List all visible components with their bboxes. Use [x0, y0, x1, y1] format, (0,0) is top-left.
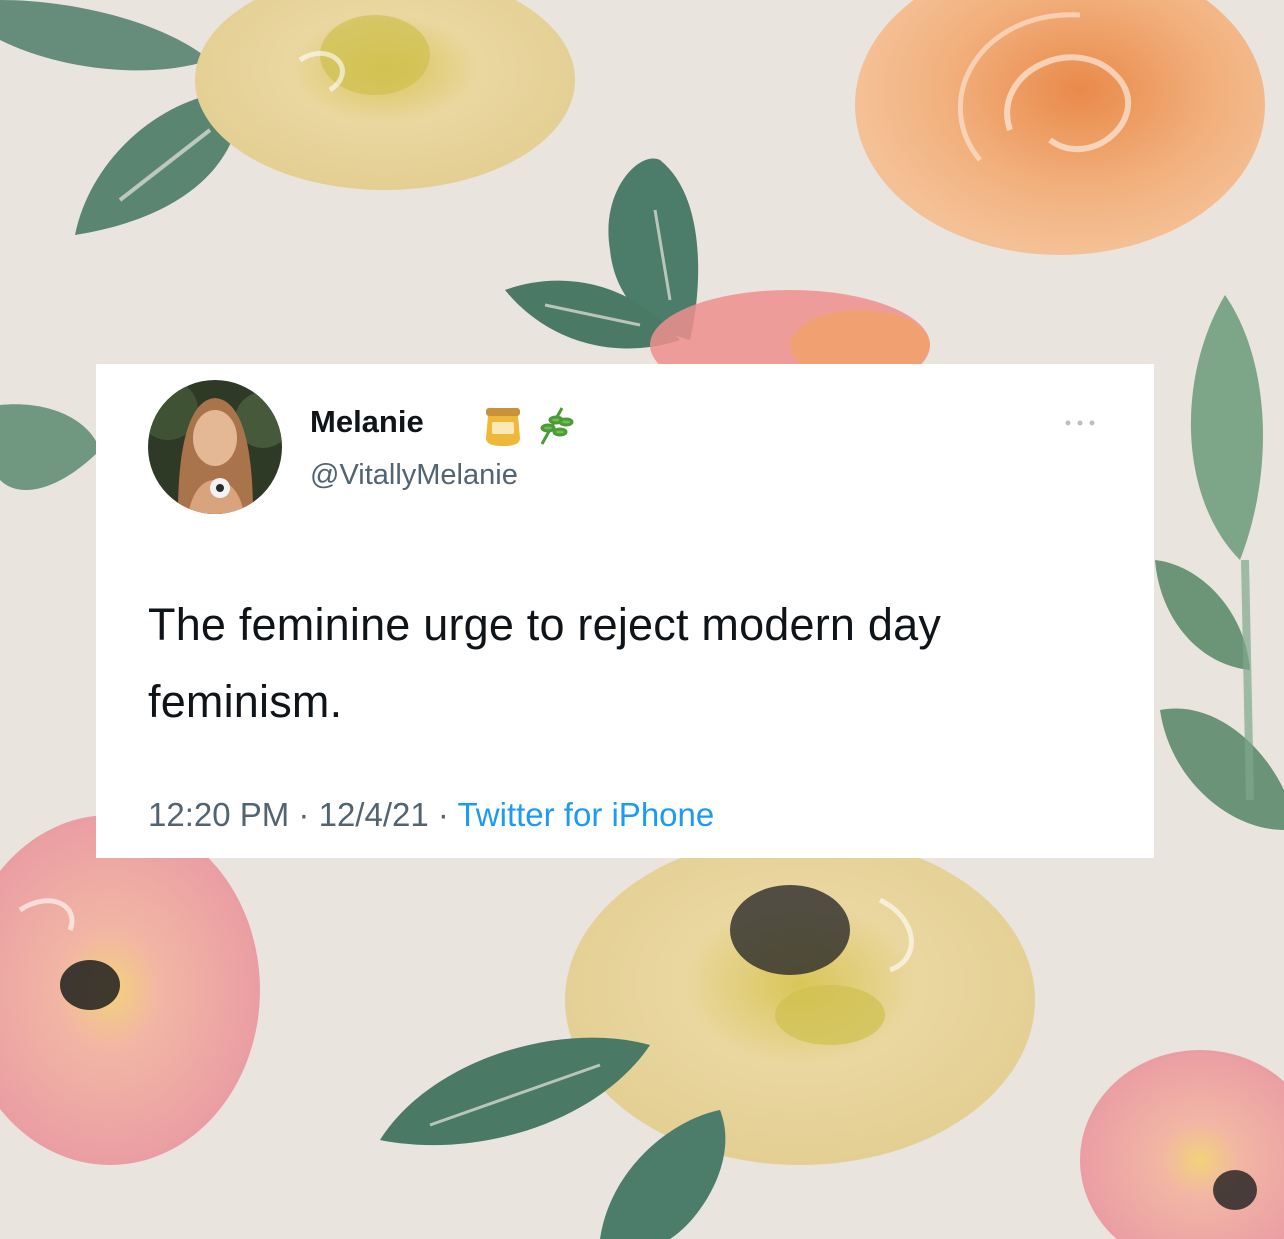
display-name[interactable]: Melanie [310, 404, 424, 440]
tweet-date[interactable]: 12/4/21 [319, 796, 429, 833]
tweet-time[interactable]: 12:20 PM [148, 796, 289, 833]
separator: · [298, 796, 310, 833]
separator: · [437, 796, 449, 833]
more-options-button[interactable] [1062, 416, 1098, 430]
avatar[interactable] [148, 380, 282, 514]
tweet-text: The feminine urge to reject modern day f… [148, 599, 942, 727]
name-emojis [486, 407, 574, 446]
honey-pot-icon [486, 408, 520, 446]
ellipsis-icon [1065, 420, 1095, 426]
user-handle[interactable]: @VitallyMelanie [310, 458, 518, 492]
tweet-source-link[interactable]: Twitter for iPhone [457, 796, 714, 833]
tweet-meta: 12:20 PM · 12/4/21 · Twitter for iPhone [148, 796, 714, 834]
herb-icon [540, 407, 574, 445]
tweet-card: Melanie @VitallyMelanie The feminine urg… [96, 364, 1154, 858]
